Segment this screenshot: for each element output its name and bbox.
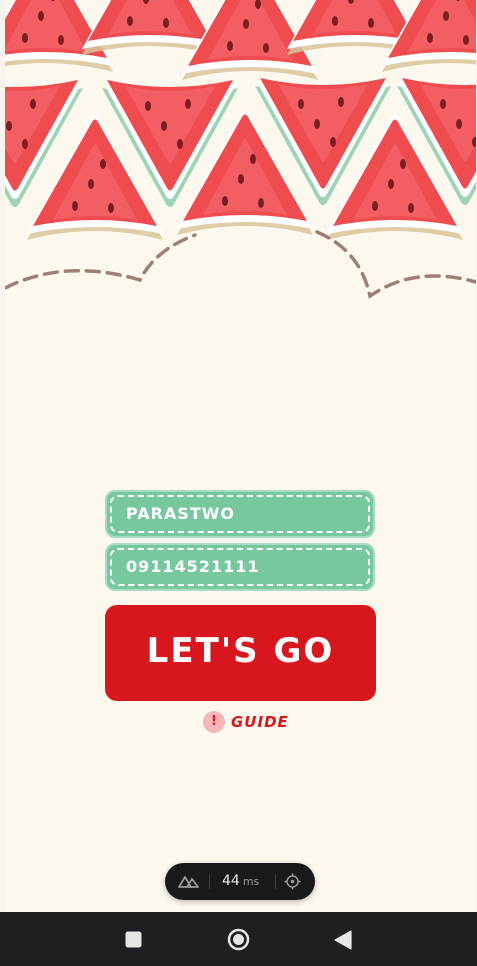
badge-divider bbox=[275, 874, 276, 889]
watermelon-banner bbox=[5, 0, 476, 299]
latency-readout: 44 ms bbox=[222, 863, 259, 900]
phone-field[interactable]: 09114521111 bbox=[105, 543, 375, 591]
framework-logo-icon bbox=[178, 876, 199, 888]
lets-go-button[interactable]: LET'S GO bbox=[105, 605, 376, 701]
app-screen: PARASTWO 09114521111 LET'S GO ! GUIDE 44… bbox=[5, 0, 476, 912]
system-nav-bar bbox=[0, 912, 477, 966]
performance-badge[interactable]: 44 ms bbox=[165, 863, 315, 900]
recents-square-icon[interactable] bbox=[125, 931, 142, 948]
dashed-path bbox=[5, 230, 476, 299]
name-field-value: PARASTWO bbox=[126, 504, 236, 523]
exclamation-icon: ! bbox=[203, 711, 225, 733]
name-field[interactable]: PARASTWO bbox=[105, 490, 375, 538]
home-circle-icon[interactable] bbox=[227, 928, 250, 951]
phone-field-value: 09114521111 bbox=[126, 557, 260, 576]
badge-divider bbox=[209, 874, 210, 889]
latency-unit: ms bbox=[242, 875, 260, 888]
back-triangle-icon[interactable] bbox=[334, 930, 352, 950]
crosshair-icon[interactable] bbox=[284, 873, 301, 890]
guide-label: GUIDE bbox=[231, 713, 289, 731]
latency-value: 44 bbox=[222, 873, 240, 889]
